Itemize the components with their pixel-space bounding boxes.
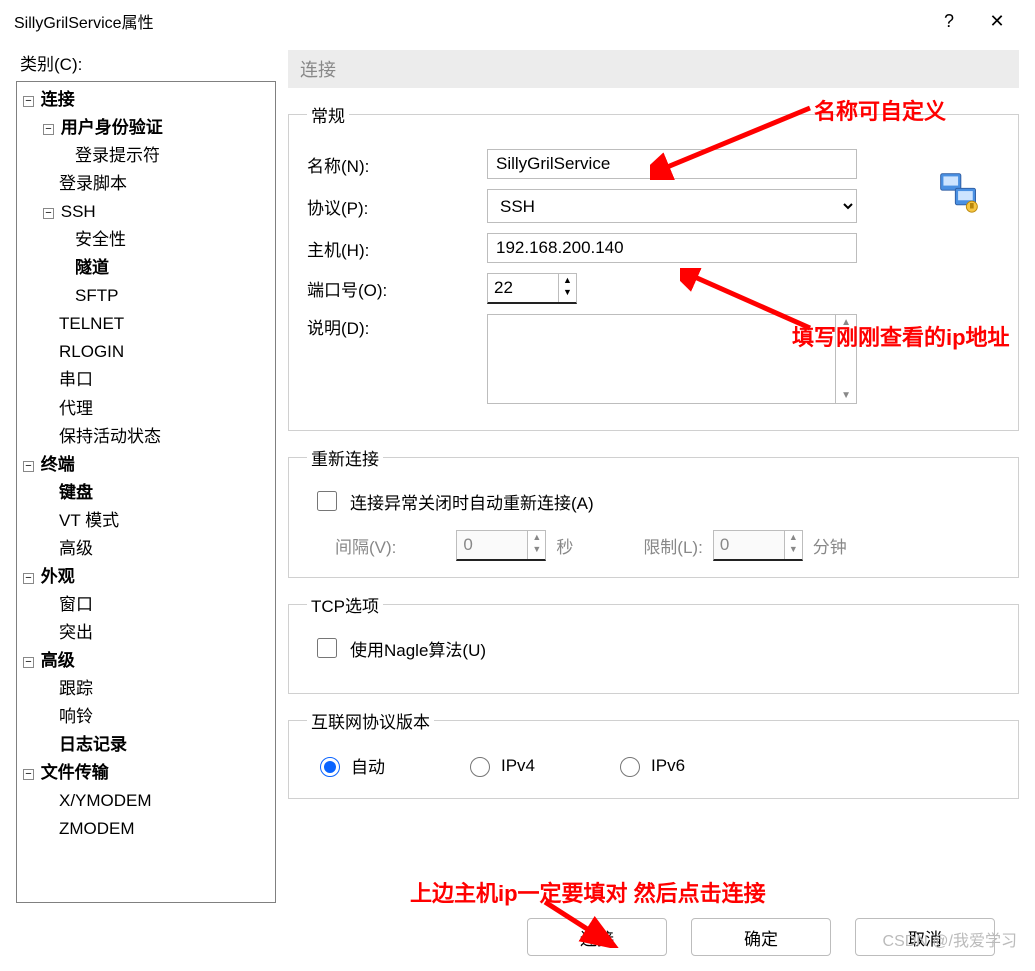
tree-terminal[interactable]: 终端: [41, 455, 75, 474]
tree-bell[interactable]: 响铃: [59, 707, 93, 726]
bottom-bar: 连接 确定 取消: [0, 913, 1035, 961]
tree-login-prompt[interactable]: 登录提示符: [75, 146, 160, 165]
label-interval: 间隔(V):: [335, 533, 396, 558]
tree-advanced[interactable]: 高级: [41, 651, 75, 670]
input-name[interactable]: [487, 149, 857, 179]
tree-log[interactable]: 日志记录: [59, 735, 127, 754]
label-nagle: 使用Nagle算法(U): [350, 636, 486, 661]
tree-keyboard[interactable]: 键盘: [59, 483, 93, 502]
panel-header: 连接: [288, 50, 1019, 88]
tree-auth[interactable]: 用户身份验证: [61, 118, 163, 137]
input-port[interactable]: ▲▼: [487, 273, 577, 304]
tree-rlogin[interactable]: RLOGIN: [59, 342, 124, 361]
tree-window[interactable]: 窗口: [59, 595, 93, 614]
tree-appearance[interactable]: 外观: [41, 567, 75, 586]
radio-ipv6[interactable]: IPv6: [615, 754, 685, 777]
tree-highlight[interactable]: 突出: [59, 623, 93, 642]
checkbox-nagle[interactable]: [317, 638, 337, 658]
tree-keepalive[interactable]: 保持活动状态: [59, 427, 161, 446]
checkbox-auto-reconnect[interactable]: [317, 491, 337, 511]
tree-ssh[interactable]: SSH: [61, 202, 96, 221]
tree-tunnel[interactable]: 隧道: [75, 258, 109, 277]
tree-zmodem[interactable]: ZMODEM: [59, 819, 135, 838]
group-ipversion: 互联网协议版本 自动 IPv4 IPv6: [288, 708, 1019, 799]
legend-ipversion: 互联网协议版本: [307, 708, 434, 733]
group-general: 常规 名称(N): 协议(P): SSH 主机(H): 端口号(O): ▲▼: [288, 102, 1019, 431]
connect-button[interactable]: 连接: [527, 918, 667, 956]
label-protocol: 协议(P):: [307, 194, 487, 219]
input-desc[interactable]: [487, 314, 836, 404]
label-desc: 说明(D):: [307, 314, 487, 339]
tree-login-script[interactable]: 登录脚本: [59, 174, 127, 193]
label-host: 主机(H):: [307, 236, 487, 261]
label-port: 端口号(O):: [307, 276, 487, 301]
port-up-icon[interactable]: ▲: [559, 274, 576, 286]
tree-trace[interactable]: 跟踪: [59, 679, 93, 698]
titlebar: SillyGrilService属性 ? ✕: [0, 0, 1035, 42]
radio-auto[interactable]: 自动: [315, 753, 385, 778]
desc-scrollbar[interactable]: ▲▼: [836, 314, 857, 404]
label-limit: 限制(L):: [643, 533, 703, 558]
group-tcp: TCP选项 使用Nagle算法(U): [288, 592, 1019, 694]
help-button[interactable]: ?: [925, 11, 973, 32]
input-host[interactable]: [487, 233, 857, 263]
port-down-icon[interactable]: ▼: [559, 286, 576, 298]
select-protocol[interactable]: SSH: [487, 189, 857, 223]
close-button[interactable]: ✕: [973, 11, 1021, 32]
tree-filetransfer[interactable]: 文件传输: [41, 763, 109, 782]
label-auto-reconnect: 连接异常关闭时自动重新连接(A): [350, 489, 594, 514]
tree-vtmode[interactable]: VT 模式: [59, 511, 119, 530]
category-label: 类别(C):: [16, 50, 276, 75]
tree-security[interactable]: 安全性: [75, 230, 126, 249]
tree-serial[interactable]: 串口: [59, 370, 93, 389]
unit-seconds: 秒: [556, 533, 573, 558]
legend-tcp: TCP选项: [307, 592, 383, 617]
window-title: SillyGrilService属性: [14, 9, 154, 33]
legend-general: 常规: [307, 102, 349, 127]
watermark: CSDN @/我爱学习: [883, 927, 1017, 951]
network-icon: [937, 170, 981, 214]
tree-connection[interactable]: 连接: [41, 90, 75, 109]
tree-term-adv[interactable]: 高级: [59, 539, 93, 558]
tree-xymodem[interactable]: X/YMODEM: [59, 791, 152, 810]
tree-proxy[interactable]: 代理: [59, 399, 93, 418]
ok-button[interactable]: 确定: [691, 918, 831, 956]
tree-sftp[interactable]: SFTP: [75, 286, 118, 305]
input-interval[interactable]: ▲▼: [456, 530, 546, 561]
tree-telnet[interactable]: TELNET: [59, 314, 124, 333]
unit-minutes: 分钟: [813, 533, 847, 558]
label-name: 名称(N):: [307, 152, 487, 177]
radio-ipv4[interactable]: IPv4: [465, 754, 535, 777]
legend-reconnect: 重新连接: [307, 445, 383, 470]
category-tree[interactable]: − 连接 − 用户身份验证 登录提示符 登录脚本 − SSH 安全性 隧道 SF…: [16, 81, 276, 903]
group-reconnect: 重新连接 连接异常关闭时自动重新连接(A) 间隔(V): ▲▼ 秒 限制(L):…: [288, 445, 1019, 578]
input-limit[interactable]: ▲▼: [713, 530, 803, 561]
